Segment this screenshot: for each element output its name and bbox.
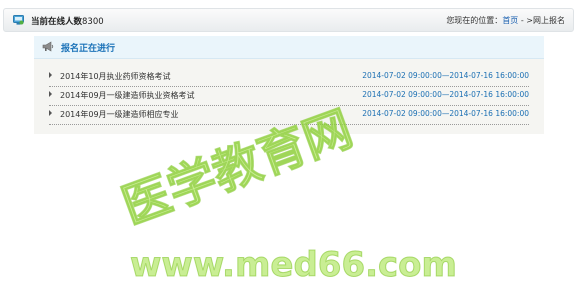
watermark-url: www.med66.com <box>130 245 457 285</box>
exam-name-link[interactable]: 2014年09月一级建造师相应专业 <box>60 109 179 120</box>
breadcrumb-home-link[interactable]: 首页 <box>502 16 518 25</box>
breadcrumb-current: 网上报名 <box>533 16 565 25</box>
exam-period: 2014-07-02 09:00:00—2014-07-16 16:00:00 <box>362 109 529 118</box>
exam-row[interactable]: 2014年09月一级建造师相应专业 2014-07-02 09:00:00—20… <box>49 106 529 125</box>
megaphone-icon <box>42 41 54 52</box>
panel-header: 报名正在进行 <box>34 36 544 59</box>
exam-row[interactable]: 2014年09月一级建造师执业资格考试 2014-07-02 09:00:00—… <box>49 87 529 106</box>
bullet-arrow-icon <box>49 91 52 97</box>
breadcrumb-separator: - > <box>518 16 533 25</box>
exam-period: 2014-07-02 09:00:00—2014-07-16 16:00:00 <box>362 90 529 99</box>
bullet-arrow-icon <box>49 72 52 78</box>
panel-title: 报名正在进行 <box>61 44 116 54</box>
exam-row[interactable]: 2014年10月执业药师资格考试 2014-07-02 09:00:00—201… <box>49 68 529 87</box>
location-prefix: 您现在的位置： <box>446 16 503 25</box>
exam-name-link[interactable]: 2014年10月执业药师资格考试 <box>60 71 171 82</box>
registration-panel: 报名正在进行 2014年10月执业药师资格考试 2014-07-02 09:00… <box>34 36 544 134</box>
exam-period: 2014-07-02 09:00:00—2014-07-16 16:00:00 <box>362 71 529 80</box>
online-count: 8300 <box>82 17 104 27</box>
exam-name-link[interactable]: 2014年09月一级建造师执业资格考试 <box>60 90 195 101</box>
exam-list: 2014年10月执业药师资格考试 2014-07-02 09:00:00—201… <box>49 68 529 125</box>
breadcrumb: 您现在的位置：首页 - >网上报名 <box>446 15 565 26</box>
bullet-arrow-icon <box>49 110 52 116</box>
online-label: 当前在线人数 <box>31 17 83 27</box>
online-users-icon <box>13 15 24 25</box>
online-count-label: 当前在线人数8300 <box>31 15 104 27</box>
top-bar: 当前在线人数8300 您现在的位置：首页 - >网上报名 <box>3 8 574 32</box>
